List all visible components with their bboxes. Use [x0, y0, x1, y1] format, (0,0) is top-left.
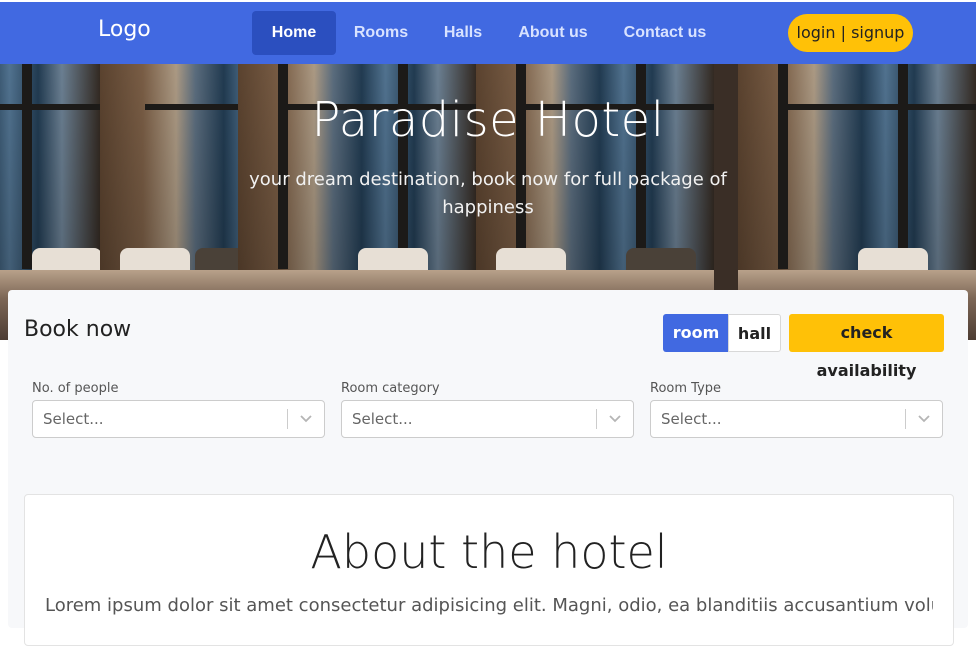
room-toggle-button[interactable]: room — [663, 314, 729, 352]
people-select[interactable]: Select... — [32, 400, 325, 438]
login-signup-button[interactable]: login | signup — [788, 14, 913, 52]
booking-card: Book now room hall check availability No… — [8, 290, 968, 646]
hero-subtitle: your dream destination, book now for ful… — [249, 169, 727, 218]
chevron-down-icon[interactable] — [916, 410, 932, 426]
select-separator — [905, 409, 906, 429]
chevron-down-icon[interactable] — [298, 410, 314, 426]
room-category-select-placeholder: Select... — [352, 410, 413, 428]
navbar: Logo Home Rooms Halls About us Contact u… — [0, 2, 976, 64]
nav-item-halls[interactable]: Halls — [436, 11, 490, 55]
people-select-placeholder: Select... — [43, 410, 104, 428]
room-category-select[interactable]: Select... — [341, 400, 634, 438]
about-title: About the hotel — [310, 525, 668, 579]
nav-item-about-us[interactable]: About us — [510, 11, 596, 55]
chevron-down-icon[interactable] — [607, 410, 623, 426]
nav-item-home[interactable]: Home — [252, 11, 336, 55]
room-type-select-placeholder: Select... — [661, 410, 722, 428]
room-type-select[interactable]: Select... — [650, 400, 943, 438]
logo[interactable]: Logo — [98, 17, 151, 42]
nav-item-rooms[interactable]: Rooms — [346, 11, 416, 55]
nav-item-contact-us[interactable]: Contact us — [616, 11, 714, 55]
select-separator — [596, 409, 597, 429]
hall-toggle-button[interactable]: hall — [728, 314, 781, 352]
booking-title: Book now — [24, 317, 132, 342]
people-field-label: No. of people — [32, 381, 119, 396]
hero-title: Paradise Hotel — [311, 92, 665, 148]
check-availability-button[interactable]: check availability — [789, 314, 944, 380]
room-type-field-label: Room Type — [650, 381, 722, 396]
about-section: About the hotel Lorem ipsum dolor sit am… — [24, 494, 954, 646]
room-category-field-label: Room category — [341, 381, 440, 396]
select-separator — [287, 409, 288, 429]
about-text: Lorem ipsum dolor sit amet consectetur a… — [45, 595, 933, 616]
